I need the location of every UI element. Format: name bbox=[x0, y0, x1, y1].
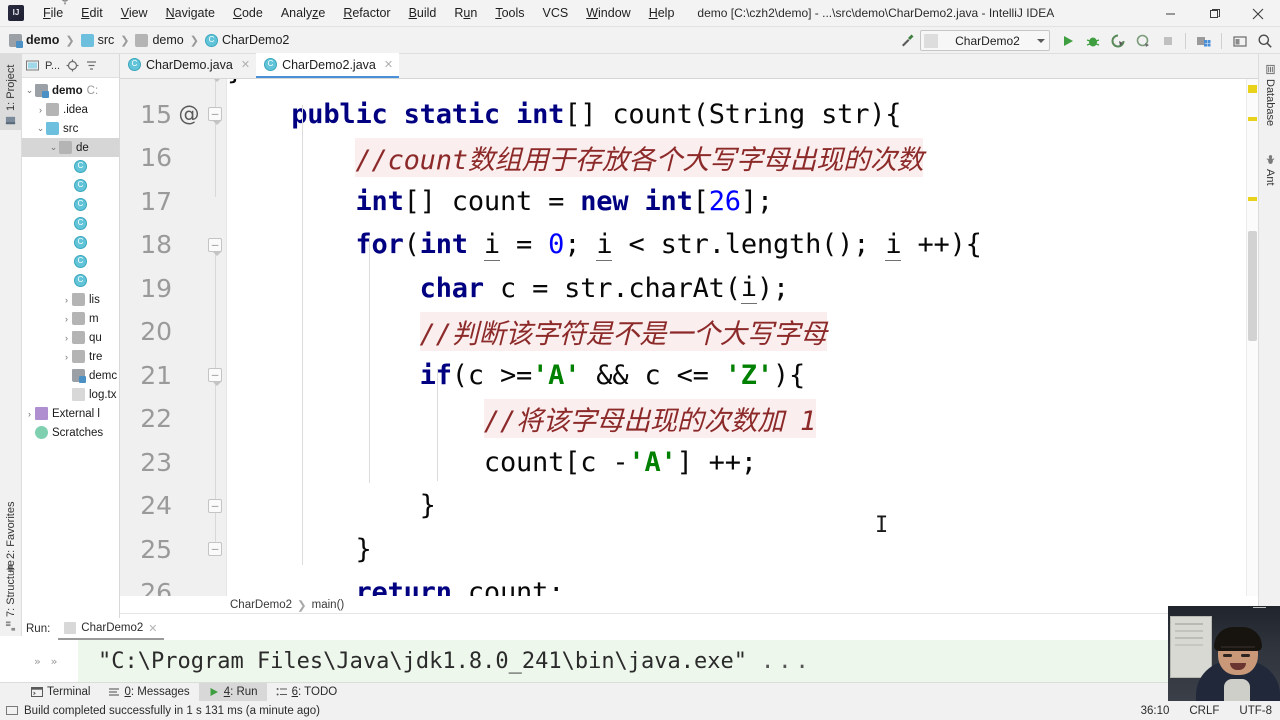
bottom-tab-terminal[interactable]: Terminal bbox=[22, 683, 99, 702]
bottom-tab-messages-label: 0: Messages bbox=[124, 686, 190, 698]
project-icon bbox=[6, 116, 16, 125]
breadcrumb-item-module[interactable]: demo bbox=[6, 32, 62, 48]
project-view-selector-icon[interactable] bbox=[26, 59, 39, 72]
restore-layout-button[interactable] bbox=[1228, 29, 1251, 52]
module-folder-icon bbox=[35, 84, 49, 98]
file-encoding[interactable]: UTF-8 bbox=[1239, 705, 1272, 717]
bottom-tab-terminal-label: Terminal bbox=[47, 686, 91, 698]
webcam-overlay bbox=[1168, 606, 1280, 701]
editor-scrollbar-thumb[interactable] bbox=[1248, 231, 1257, 341]
update-project-button[interactable] bbox=[1192, 29, 1215, 52]
terminal-icon bbox=[31, 687, 43, 697]
console-toolbar: » » bbox=[22, 640, 78, 682]
run-window-header: Run: CharDemo2 ✕ bbox=[22, 618, 1258, 640]
external-libraries-icon bbox=[35, 407, 48, 420]
person-eye-left bbox=[1223, 654, 1232, 657]
messages-icon bbox=[109, 688, 120, 696]
ant-icon bbox=[1266, 155, 1274, 164]
collapse-chevrons-icon[interactable]: » bbox=[51, 655, 58, 668]
sidebar-tab-database[interactable]: Database bbox=[1259, 60, 1280, 136]
toolbar-divider bbox=[1185, 32, 1186, 49]
sidebar-tab-ant[interactable]: Ant bbox=[1259, 150, 1280, 200]
status-bar-right: 36:10 CRLF UTF-8 bbox=[1141, 705, 1272, 717]
bottom-tab-run-label: 4: Run bbox=[223, 686, 258, 698]
run-tool-window: Run: CharDemo2 ✕ » » "C:\Program Files\J… bbox=[22, 618, 1258, 682]
close-button[interactable] bbox=[1236, 0, 1280, 27]
chevron-down-icon[interactable]: ⌄ bbox=[24, 85, 35, 96]
console-output[interactable]: » » "C:\Program Files\Java\jdk1.8.0_241\… bbox=[22, 640, 1258, 682]
todo-icon bbox=[276, 688, 287, 696]
console-ellipsis: ... bbox=[761, 648, 813, 674]
person-eye-right bbox=[1241, 654, 1250, 657]
database-icon bbox=[1265, 64, 1275, 75]
breadcrumb-label: demo bbox=[26, 33, 60, 47]
chevron-down-icon[interactable]: ⌄ bbox=[35, 123, 46, 134]
toolbar-divider bbox=[1221, 32, 1222, 49]
sidebar-tab-structure[interactable]: 7: Structure bbox=[0, 546, 22, 636]
status-message: Build completed successfully in 1 s 131 … bbox=[24, 704, 320, 717]
sidebar-tab-ant-label: Ant bbox=[1264, 169, 1276, 186]
right-tool-window-bar: Database Ant bbox=[1258, 54, 1280, 636]
warning-marker[interactable] bbox=[1248, 85, 1257, 93]
sidebar-tab-project-label: 1: Project bbox=[5, 64, 17, 111]
person-shirt bbox=[1224, 679, 1250, 701]
bottom-tab-messages[interactable]: 0: Messages bbox=[99, 683, 198, 702]
line-separator[interactable]: CRLF bbox=[1189, 705, 1219, 717]
person-figure bbox=[1196, 627, 1280, 701]
run-tab-chardemo2[interactable]: CharDemo2 ✕ bbox=[58, 618, 164, 640]
search-everywhere-button[interactable] bbox=[1253, 29, 1276, 52]
webcam-minimize-button[interactable]: — bbox=[1253, 599, 1266, 614]
console-command-text: "C:\Program Files\Java\jdk1.8.0_241\bin\… bbox=[98, 648, 748, 674]
run-tab-label: CharDemo2 bbox=[81, 622, 144, 634]
warning-marker[interactable] bbox=[1248, 117, 1257, 121]
bottom-tool-window-bar: Terminal 0: Messages 4: Run 6: TODO bbox=[0, 682, 1280, 702]
status-bar: Build completed successfully in 1 s 131 … bbox=[0, 701, 1280, 720]
editor-marker-bar[interactable] bbox=[1246, 79, 1258, 596]
sidebar-tab-project[interactable]: 1: Project bbox=[0, 54, 22, 130]
left-tool-window-bar: 1: Project 2: Favorites 7: Structure bbox=[0, 54, 22, 636]
bottom-tab-todo-label: 6: TODO bbox=[291, 686, 338, 698]
bottom-tab-todo[interactable]: 6: TODO bbox=[267, 683, 347, 702]
run-play-icon bbox=[210, 688, 218, 696]
warning-marker[interactable] bbox=[1248, 197, 1257, 201]
intellij-idea-window: File Edit View Navigate Code Analyze Ref… bbox=[0, 0, 1280, 720]
run-window-title: Run: bbox=[26, 623, 51, 635]
gear-icon[interactable] bbox=[58, 0, 1170, 615]
run-config-icon bbox=[64, 622, 77, 634]
chevron-right-icon[interactable]: › bbox=[24, 409, 35, 419]
bottom-tab-run[interactable]: 4: Run bbox=[198, 682, 267, 702]
scratches-icon bbox=[35, 426, 48, 439]
chevron-right-icon[interactable]: › bbox=[35, 105, 46, 115]
intellij-logo-icon bbox=[8, 5, 24, 21]
expand-chevrons-icon[interactable]: » bbox=[34, 655, 41, 668]
sidebar-tab-database-label: Database bbox=[1264, 79, 1276, 127]
structure-icon bbox=[6, 621, 16, 631]
maximize-button[interactable] bbox=[1192, 0, 1236, 27]
close-icon[interactable]: ✕ bbox=[148, 622, 157, 635]
sidebar-tab-structure-label: 7: Structure bbox=[5, 560, 17, 617]
module-folder-icon bbox=[9, 33, 23, 48]
caret-position[interactable]: 36:10 bbox=[1141, 705, 1170, 717]
build-status-icon bbox=[6, 705, 18, 715]
